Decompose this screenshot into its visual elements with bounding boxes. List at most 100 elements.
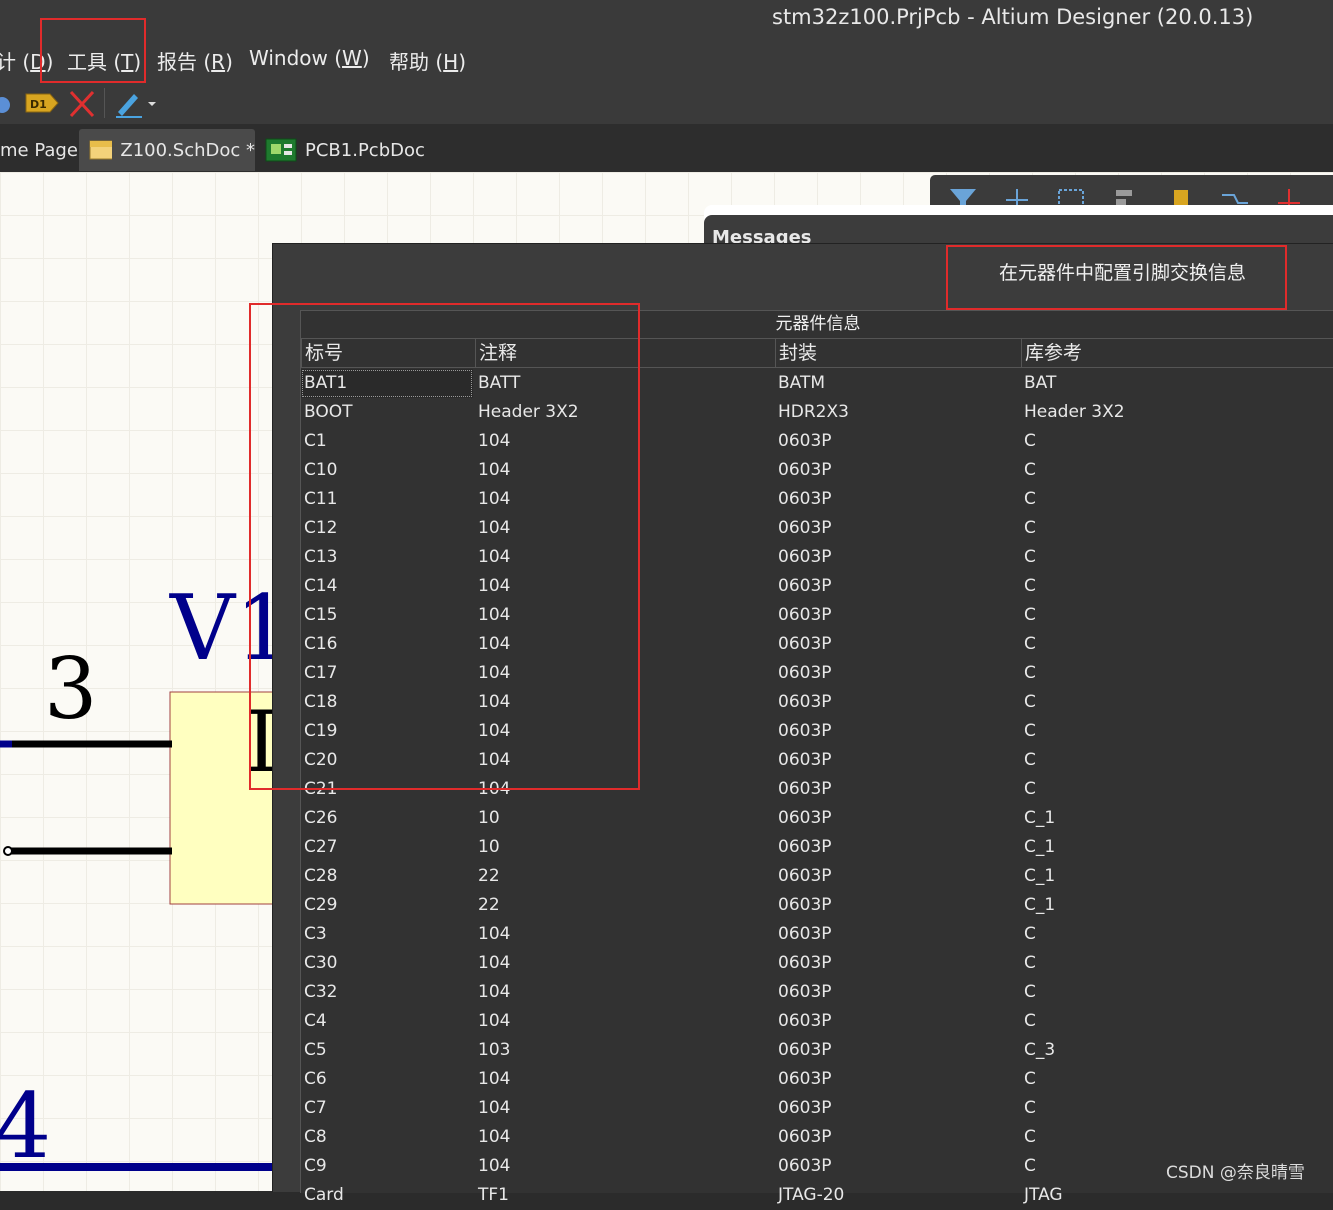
table-row[interactable]: C26 10 0603P C_1 [301,804,1333,833]
table-row[interactable]: C10 104 0603P C [301,456,1333,485]
designator-cell[interactable]: C32 [304,978,338,1007]
comment-cell[interactable]: 104 [478,688,510,717]
menu-reports[interactable]: 报告 (R) [157,46,233,75]
table-row[interactable]: C32 104 0603P C [301,978,1333,1007]
designator-cell[interactable]: C7 [304,1094,327,1123]
table-row[interactable]: C19 104 0603P C [301,717,1333,746]
designator-cell[interactable]: C26 [304,804,338,833]
library-ref-cell[interactable]: C_1 [1024,891,1055,920]
comment-cell[interactable]: 10 [478,833,500,862]
designator-cell[interactable]: C15 [304,601,338,630]
comment-cell[interactable]: 104 [478,920,510,949]
library-ref-cell[interactable]: C [1024,427,1036,456]
library-ref-cell[interactable]: C [1024,572,1036,601]
comment-cell[interactable]: 104 [478,601,510,630]
designator-cell[interactable]: C19 [304,717,338,746]
library-ref-cell[interactable]: JTAG [1024,1181,1063,1210]
library-ref-cell[interactable]: C [1024,543,1036,572]
designator-cell[interactable]: BOOT [304,398,353,427]
comment-cell[interactable]: 104 [478,427,510,456]
designator-cell[interactable]: Card [304,1181,344,1210]
library-ref-cell[interactable]: C [1024,601,1036,630]
table-row[interactable]: C18 104 0603P C [301,688,1333,717]
footprint-cell[interactable]: 0603P [778,920,832,949]
library-ref-cell[interactable]: C [1024,630,1036,659]
pencil-icon[interactable] [112,88,160,118]
library-ref-cell[interactable]: C [1024,456,1036,485]
comment-cell[interactable]: 104 [478,485,510,514]
designator-cell[interactable]: C21 [304,775,338,804]
footprint-cell[interactable]: 0603P [778,514,832,543]
footprint-cell[interactable]: 0603P [778,456,832,485]
library-ref-cell[interactable]: C [1024,920,1036,949]
table-row[interactable]: C13 104 0603P C [301,543,1333,572]
footprint-cell[interactable]: 0603P [778,601,832,630]
designator-cell[interactable]: C13 [304,543,338,572]
library-ref-cell[interactable]: BAT [1024,369,1056,398]
menu-help[interactable]: 帮助 (H) [389,46,466,75]
library-ref-cell[interactable]: C [1024,1007,1036,1036]
library-ref-cell[interactable]: C [1024,949,1036,978]
comment-cell[interactable]: 104 [478,543,510,572]
comment-cell[interactable]: 104 [478,514,510,543]
comment-cell[interactable]: 104 [478,949,510,978]
library-ref-cell[interactable]: C [1024,717,1036,746]
library-ref-cell[interactable]: C [1024,1123,1036,1152]
table-row[interactable]: BOOT Header 3X2 HDR2X3 Header 3X2 [301,398,1333,427]
table-row[interactable]: C1 104 0603P C [301,427,1333,456]
footprint-cell[interactable]: 0603P [778,1123,832,1152]
designator-cell[interactable]: C18 [304,688,338,717]
library-ref-cell[interactable]: C_1 [1024,804,1055,833]
footprint-cell[interactable]: 0603P [778,717,832,746]
footprint-cell[interactable]: 0603P [778,949,832,978]
footprint-cell[interactable]: 0603P [778,485,832,514]
comment-cell[interactable]: 104 [478,1007,510,1036]
comment-cell[interactable]: 22 [478,862,500,891]
comment-cell[interactable]: 22 [478,891,500,920]
table-row[interactable]: C21 104 0603P C [301,775,1333,804]
footprint-cell[interactable]: 0603P [778,833,832,862]
table-row[interactable]: C15 104 0603P C [301,601,1333,630]
menu-tools[interactable]: 工具 (T) [67,46,141,75]
designator-cell[interactable]: C1 [304,427,327,456]
designator-cell[interactable]: C17 [304,659,338,688]
comment-cell[interactable]: 104 [478,775,510,804]
table-row[interactable]: BAT1 BATT BATM BAT [301,369,1333,398]
designator-cell[interactable]: C5 [304,1036,327,1065]
footprint-cell[interactable]: 0603P [778,891,832,920]
table-row[interactable]: C6 104 0603P C [301,1065,1333,1094]
designator-cell[interactable]: C16 [304,630,338,659]
library-ref-cell[interactable]: C_1 [1024,862,1055,891]
table-row[interactable]: C11 104 0603P C [301,485,1333,514]
comment-cell[interactable]: 104 [478,1065,510,1094]
column-header-footprint[interactable]: 封装 [775,339,1021,368]
place-port-icon[interactable] [0,88,12,118]
table-row[interactable]: C16 104 0603P C [301,630,1333,659]
table-row[interactable]: C30 104 0603P C [301,949,1333,978]
designator-cell[interactable]: C14 [304,572,338,601]
comment-cell[interactable]: BATT [478,369,520,398]
footprint-cell[interactable]: 0603P [778,746,832,775]
comment-cell[interactable]: 10 [478,804,500,833]
library-ref-cell[interactable]: Header 3X2 [1024,398,1125,427]
library-ref-cell[interactable]: C [1024,1152,1036,1181]
tab-home-page[interactable]: me Page [0,129,88,171]
library-ref-cell[interactable]: C [1024,978,1036,1007]
table-row[interactable]: C12 104 0603P C [301,514,1333,543]
designator-cell[interactable]: C4 [304,1007,327,1036]
footprint-cell[interactable]: 0603P [778,775,832,804]
table-row[interactable]: C29 22 0603P C_1 [301,891,1333,920]
table-row[interactable]: C4 104 0603P C [301,1007,1333,1036]
comment-cell[interactable]: 104 [478,1152,510,1181]
footprint-cell[interactable]: 0603P [778,804,832,833]
table-row[interactable]: C5 103 0603P C_3 [301,1036,1333,1065]
designator-cell[interactable]: C29 [304,891,338,920]
comment-cell[interactable]: 104 [478,1123,510,1152]
table-row[interactable]: C7 104 0603P C [301,1094,1333,1123]
library-ref-cell[interactable]: C [1024,485,1036,514]
designator-cell[interactable]: C3 [304,920,327,949]
designator-cell[interactable]: C20 [304,746,338,775]
designator-cell[interactable]: C27 [304,833,338,862]
designator-cell[interactable]: C12 [304,514,338,543]
menu-design[interactable]: 计 (D) [0,46,53,75]
